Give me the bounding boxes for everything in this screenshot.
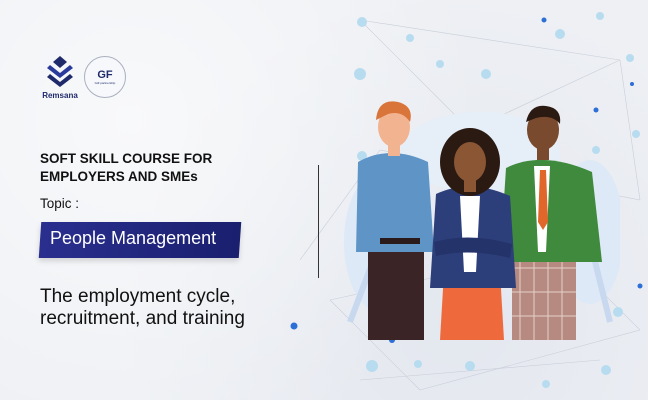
subtitle-line1: The employment cycle, [40, 286, 236, 307]
people-illustration [344, 101, 620, 340]
topic-label: Topic : [40, 196, 80, 211]
remsana-logo-text: Remsana [42, 91, 78, 100]
topic-banner-text: People Management [50, 228, 217, 248]
gf-logo: GF GiZ partnership [84, 56, 126, 98]
course-title-line2: EMPLOYERS AND SMEs [40, 169, 198, 184]
remsana-logo-icon [47, 56, 73, 87]
gf-logo-text: GF [97, 68, 113, 81]
subtitle-line2: recruitment, and training [40, 308, 245, 329]
course-title: SOFT SKILL COURSE FOR EMPLOYERS AND SMEs [40, 150, 280, 186]
gf-logo-subtext: GiZ partnership [94, 80, 116, 85]
subtitle: The employment cycle, recruitment, and t… [40, 286, 280, 330]
vertical-divider [318, 165, 319, 278]
course-title-line1: SOFT SKILL COURSE FOR [40, 151, 213, 166]
